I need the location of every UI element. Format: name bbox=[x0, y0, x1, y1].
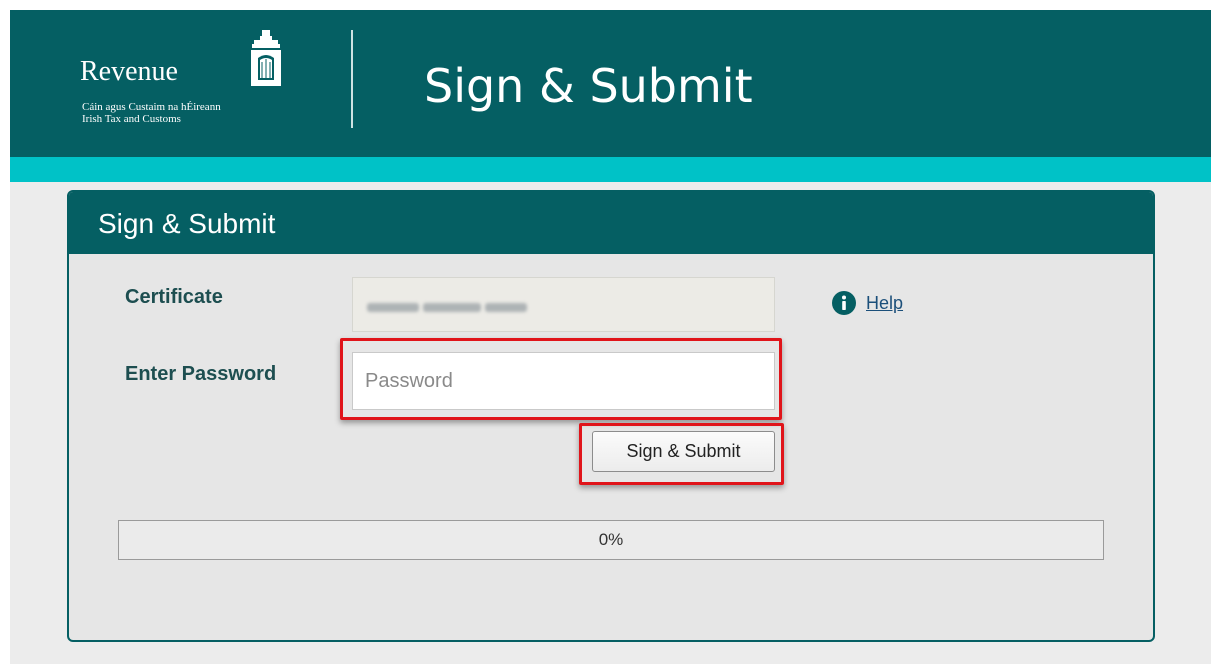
progress-bar: 0% bbox=[118, 520, 1104, 560]
logo-wordmark: Revenue bbox=[80, 56, 178, 87]
accent-strip bbox=[10, 157, 1211, 182]
certificate-value-redacted bbox=[367, 303, 419, 312]
logo-irish-tagline: Cáin agus Custaim na hÉireann bbox=[82, 101, 221, 113]
revenue-logo[interactable]: Revenue Cáin agus Custaim na hÉireann Ir… bbox=[80, 28, 300, 138]
certificate-value-redacted bbox=[485, 303, 527, 312]
certificate-value-redacted bbox=[423, 303, 481, 312]
help-label: Help bbox=[866, 293, 904, 313]
help-link[interactable]: Help bbox=[832, 290, 903, 316]
harp-emblem-icon bbox=[251, 30, 281, 86]
password-label: Enter Password bbox=[125, 363, 277, 385]
info-icon bbox=[832, 291, 856, 315]
progress-text: 0% bbox=[598, 530, 624, 549]
page-title: Sign & Submit bbox=[424, 59, 753, 113]
certificate-field[interactable] bbox=[352, 277, 775, 332]
sign-submit-button[interactable]: Sign & Submit bbox=[592, 431, 775, 472]
password-input[interactable] bbox=[352, 352, 775, 410]
header-divider bbox=[351, 30, 353, 128]
panel-header: Sign & Submit bbox=[69, 192, 1153, 254]
panel-title: Sign & Submit bbox=[98, 208, 276, 239]
logo-english-tagline: Irish Tax and Customs bbox=[82, 113, 181, 125]
certificate-label: Certificate bbox=[125, 286, 223, 308]
